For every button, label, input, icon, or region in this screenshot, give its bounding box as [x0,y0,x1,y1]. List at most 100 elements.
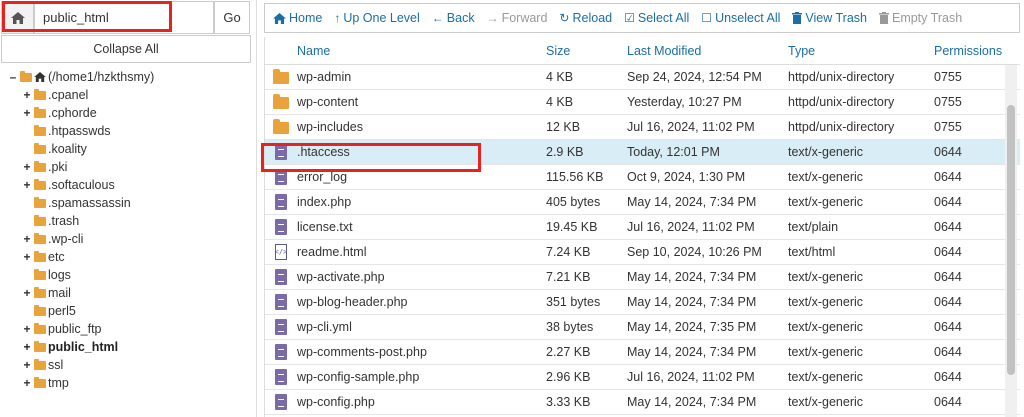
tree-item-label: .cpanel [48,88,89,102]
file-rows: wp-admin 4 KB Sep 24, 2024, 12:54 PM httpd/… [265,65,1020,415]
file-modified: May 14, 2024, 7:34 PM [627,270,757,284]
table-row[interactable]: wp-admin 4 KB Sep 24, 2024, 12:54 PM httpd/… [265,65,1020,90]
column-header-name[interactable]: Name [297,44,546,58]
column-header-permissions[interactable]: Permissions [934,44,1004,58]
toolbar-home-button[interactable]: Home [273,11,322,25]
table-row[interactable]: wp-config.php 3.33 KB May 14, 2024, 7:34 P… [265,390,1020,415]
expand-icon[interactable]: + [22,232,32,246]
file-name: wp-cli.yml [297,320,352,334]
table-row[interactable]: wp-activate.php 7.21 KB May 14, 2024, 7:34… [265,265,1020,290]
tree-item[interactable]: logs [0,266,252,284]
tree-item[interactable]: + .wp-cli [0,230,252,248]
expand-icon[interactable]: + [22,340,32,354]
expand-icon[interactable]: + [22,160,32,174]
home-button[interactable] [1,1,34,34]
up-one-level-button[interactable]: ↑ Up One Level [334,11,419,25]
tree-item[interactable]: perl5 [0,302,252,320]
file-name: wp-activate.php [297,270,385,284]
file-modified: May 14, 2024, 7:34 PM [627,395,757,409]
expand-icon[interactable]: + [22,88,32,102]
row-icon-cell [265,219,297,235]
row-icon-cell [265,144,297,160]
tree-item-label: (/home1/hzkthsmy) [48,70,155,84]
empty-trash-button[interactable]: Empty Trash [878,11,963,25]
expand-icon[interactable]: + [22,376,32,390]
table-row[interactable]: .htaccess 2.9 KB Today, 12:01 PM text/x-gen… [265,140,1020,165]
tree-item[interactable]: .trash [0,212,252,230]
expand-icon[interactable]: + [22,286,32,300]
file-table: Name Size Last Modified Type Permissions… [264,37,1020,417]
tree-item[interactable]: + ssl [0,356,252,374]
table-row[interactable]: wp-cli.yml 38 bytes May 14, 2024, 7:35 PM t… [265,315,1020,340]
column-header-type[interactable]: Type [788,44,934,58]
file-size: 7.24 KB [546,245,591,259]
tree-item[interactable]: – (/home1/hzkthsmy) [0,68,252,86]
view-trash-button[interactable]: View Trash [792,11,867,25]
file-permissions: 0644 [934,145,962,159]
tree-item[interactable]: .koality [0,140,252,158]
file-icon [275,369,287,385]
file-table-scrollbar[interactable] [1005,65,1017,417]
table-row[interactable]: wp-content 4 KB Yesterday, 10:27 PM httpd/u… [265,90,1020,115]
table-row[interactable]: wp-comments-post.php 2.27 KB May 14, 2024,… [265,340,1020,365]
table-row[interactable]: license.txt 19.45 KB Jul 16, 2024, 11:02 P… [265,215,1020,240]
collapse-all-button[interactable]: Collapse All [1,35,251,63]
back-label: Back [446,11,475,25]
table-row[interactable]: index.php 405 bytes May 14, 2024, 7:34 PM t… [265,190,1020,215]
file-type: text/x-generic [788,145,864,159]
expand-icon[interactable]: + [22,250,32,264]
expand-icon[interactable]: + [22,106,32,120]
path-input[interactable] [34,1,214,34]
expand-icon[interactable]: + [22,178,32,192]
tree-item-label: ssl [48,358,64,372]
file-permissions: 0644 [934,195,962,209]
table-row[interactable]: wp-config-sample.php 2.96 KB Jul 16, 2024,… [265,365,1020,390]
file-modified: Jul 16, 2024, 11:02 PM [627,120,755,134]
empty-trash-label: Empty Trash [891,11,963,25]
tree-item[interactable]: + .pki [0,158,252,176]
table-row[interactable]: error_log 115.56 KB Oct 9, 2024, 1:30 PM te… [265,165,1020,190]
tree-item[interactable]: .htpasswds [0,122,252,140]
toolbar-home-label: Home [289,11,323,25]
tree-item[interactable]: + public_html [0,338,252,356]
checkbox-checked-icon: ☑ [624,11,635,25]
table-row[interactable]: wp-blog-header.php 351 bytes May 14, 2024,… [265,290,1020,315]
unselect-all-button[interactable]: ☐ Unselect All [701,11,780,25]
tree-item[interactable]: + mail [0,284,252,302]
reload-button[interactable]: ↻ Reload [559,11,612,25]
file-size: 2.9 KB [546,145,584,159]
column-header-size[interactable]: Size [546,44,627,58]
refresh-icon: ↻ [559,11,570,25]
column-header-modified[interactable]: Last Modified [627,44,788,58]
folder-icon [34,232,46,244]
expand-icon[interactable]: + [22,358,32,372]
row-icon-cell [265,294,297,310]
tree-item[interactable]: + public_ftp [0,320,252,338]
tree-item[interactable]: + etc [0,248,252,266]
tree-item-label: public_html [48,340,119,354]
select-all-button[interactable]: ☑ Select All [624,11,689,25]
table-row[interactable]: </> readme.html 7.24 KB Sep 10, 2024, 10:26… [265,240,1020,265]
tree-item-label: .spamassassin [48,196,131,210]
expand-icon[interactable]: + [22,322,32,336]
row-icon-cell [265,344,297,360]
table-row[interactable]: wp-includes 12 KB Jul 16, 2024, 11:02 PM ht… [265,115,1020,140]
home-icon [10,11,25,24]
tree-item[interactable]: + tmp [0,374,252,392]
tree-item[interactable]: + .cpanel [0,86,252,104]
file-type: text/x-generic [788,345,864,359]
select-all-label: Select All [637,11,690,25]
panel-divider [256,0,257,417]
collapse-icon[interactable]: – [8,70,18,84]
forward-button[interactable]: → Forward [487,11,548,25]
tree-item[interactable]: + .softaculous [0,176,252,194]
folder-icon [34,160,46,172]
file-modified: May 14, 2024, 7:34 PM [627,345,757,359]
go-button[interactable]: Go [214,1,250,34]
file-modified: May 14, 2024, 7:34 PM [627,295,757,309]
back-button[interactable]: ← Back [432,11,475,25]
tree-item[interactable]: .spamassassin [0,194,252,212]
tree-item[interactable]: + .cphorde [0,104,252,122]
tree-item-label: mail [48,286,71,300]
scrollbar-thumb[interactable] [1007,105,1015,375]
